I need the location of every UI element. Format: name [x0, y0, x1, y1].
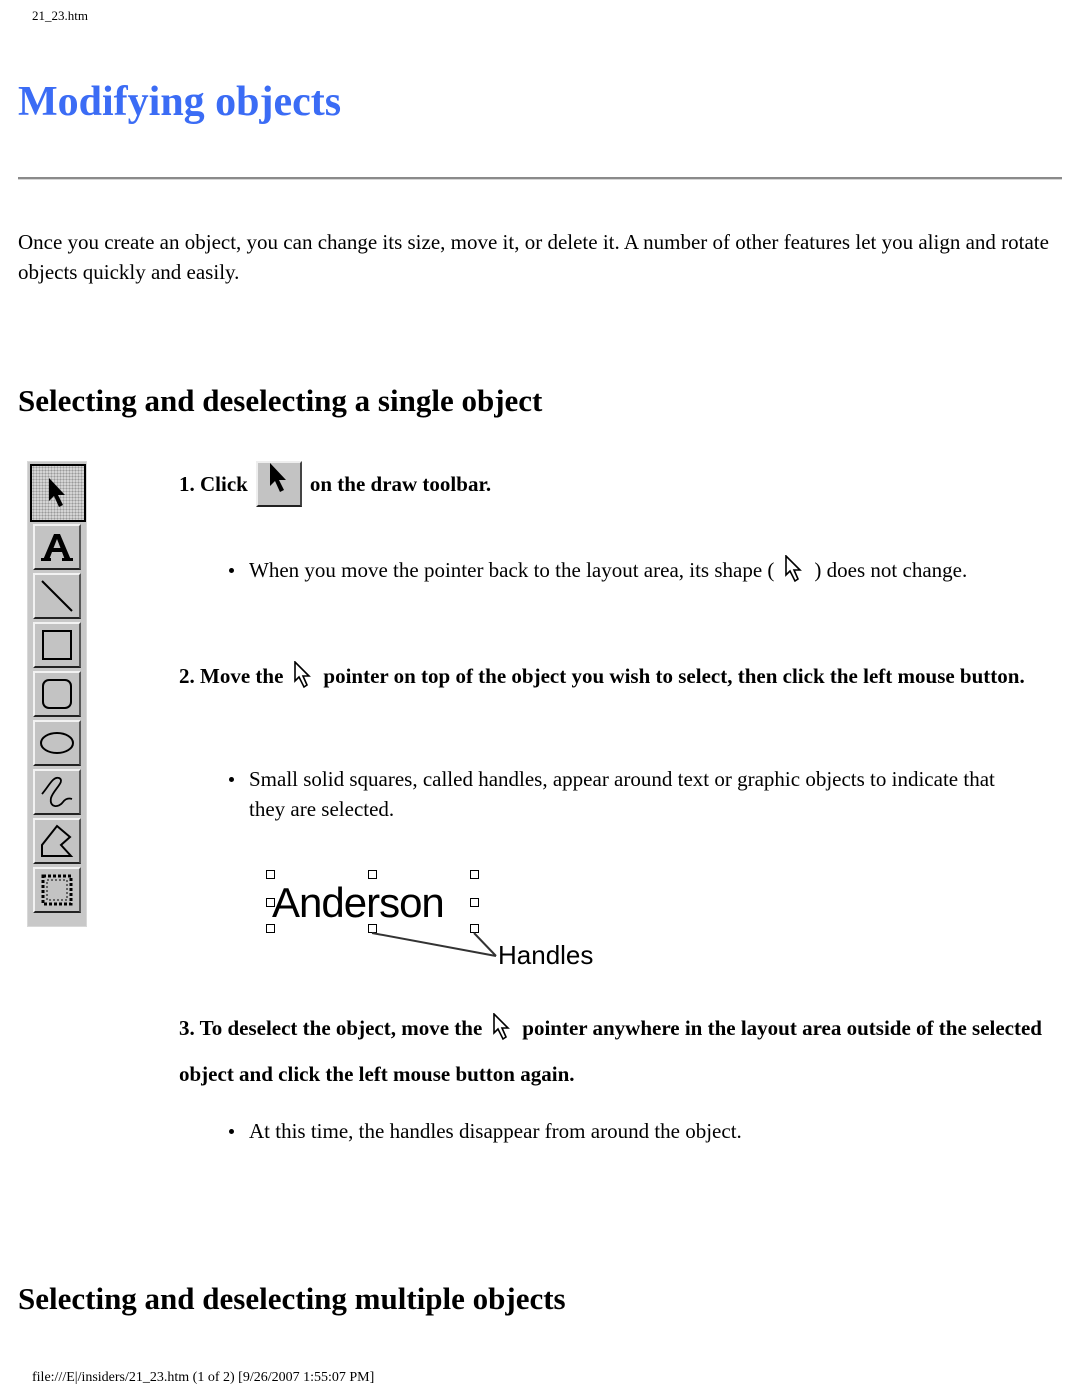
figure-handles-label: Handles	[498, 940, 594, 970]
polygon-icon	[39, 823, 75, 859]
step-3-text-before: 3. To deselect the object, move the	[179, 1016, 483, 1040]
outline-pointer-icon	[492, 1012, 512, 1054]
outline-pointer-icon	[293, 660, 313, 702]
draw-toolbar	[27, 461, 87, 927]
step-1: 1. Click on the draw toolbar.	[179, 461, 491, 507]
section-heading-multiple: Selecting and deselecting multiple objec…	[18, 1281, 566, 1316]
rounded-rectangle-icon	[41, 678, 73, 710]
text-a-icon	[40, 532, 74, 562]
toolbar-polygon-tool[interactable]	[33, 818, 81, 864]
outline-pointer-icon	[784, 554, 804, 596]
bullet-handles: Small solid squares, called handles, app…	[229, 764, 1029, 824]
horizontal-rule	[18, 177, 1062, 180]
bullet-1-text-after: ) does not change.	[814, 558, 968, 582]
page-title: Modifying objects	[18, 79, 342, 125]
toolbar-freeform-tool[interactable]	[33, 769, 81, 815]
step-2-text-after: pointer on top of the object you wish to…	[323, 664, 1025, 688]
step-2-text-before: 2. Move the	[179, 664, 284, 688]
freeform-curve-icon	[39, 774, 75, 810]
page-footer-path: file:///E|/insiders/21_23.htm (1 of 2) […	[32, 1370, 375, 1385]
intro-paragraph: Once you create an object, you can chang…	[18, 230, 1049, 284]
line-icon	[39, 578, 75, 614]
toolbar-pointer-tool[interactable]	[30, 464, 86, 522]
step-1-text-after: on the draw toolbar.	[309, 472, 492, 496]
arrow-pointer-icon	[47, 477, 69, 509]
arrow-pointer-icon	[268, 462, 290, 507]
bullet-handles-disappear: At this time, the handles disappear from…	[229, 1116, 1029, 1146]
step-1-text-before: 1. Click	[179, 472, 248, 496]
pointer-tool-button-image	[255, 461, 302, 507]
ellipse-icon	[39, 730, 75, 756]
step-2: 2. Move the pointer on top of the object …	[179, 656, 1039, 702]
toolbar-text-tool[interactable]	[33, 524, 81, 570]
section-heading-single: Selecting and deselecting a single objec…	[18, 383, 543, 418]
toolbar-frame-tool[interactable]	[33, 867, 81, 913]
toolbar-ellipse-tool[interactable]	[33, 720, 81, 766]
toolbar-rectangle-tool[interactable]	[33, 622, 81, 668]
bullet-pointer-shape: When you move the pointer back to the la…	[229, 550, 1029, 596]
toolbar-rounded-rectangle-tool[interactable]	[33, 671, 81, 717]
page-filename: 21_23.htm	[32, 8, 88, 23]
dotted-frame-icon	[40, 873, 74, 907]
step-3: 3. To deselect the object, move the point…	[179, 1008, 1059, 1094]
handles-figure: Anderson Handles	[258, 860, 618, 980]
toolbar-line-tool[interactable]	[33, 573, 81, 619]
rectangle-icon	[41, 629, 73, 661]
bullet-1-text-before: When you move the pointer back to the la…	[249, 558, 775, 582]
